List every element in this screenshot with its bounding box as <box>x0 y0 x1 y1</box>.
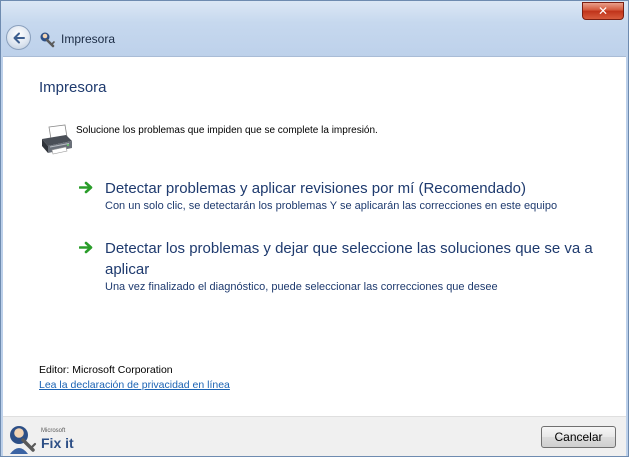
option-auto-fix-subtitle: Con un solo clic, se detectarán los prob… <box>105 200 558 212</box>
page-title: Impresora <box>39 79 107 96</box>
close-button[interactable]: ✕ <box>582 2 624 20</box>
green-arrow-icon <box>79 241 93 254</box>
option-choose-fix[interactable]: Detectar los problemas y dejar que selec… <box>79 238 609 295</box>
close-icon: ✕ <box>597 4 609 18</box>
logo-brand: Microsoft <box>41 428 66 434</box>
printer-icon <box>42 124 72 155</box>
fixit-wrench-icon <box>40 32 55 48</box>
option-auto-fix-title[interactable]: Detectar problemas y aplicar revisiones … <box>105 178 609 199</box>
navigation-bar: Impresora <box>3 23 626 55</box>
option-auto-fix[interactable]: Detectar problemas y aplicar revisiones … <box>79 178 609 214</box>
back-arrow-icon <box>13 32 25 43</box>
publisher-text: Editor: Microsoft Corporation <box>39 364 173 376</box>
option-choose-fix-title[interactable]: Detectar los problemas y dejar que selec… <box>105 238 609 280</box>
logo-text: Fix it <box>41 435 74 451</box>
content-panel: Impresora Solucione los problemas que im… <box>3 56 626 416</box>
back-button[interactable] <box>6 25 31 50</box>
cancel-button[interactable]: Cancelar <box>541 426 616 448</box>
fixit-window: ✕ Impresora Impresora Solucione los prob… <box>0 0 629 457</box>
window-title: Impresora <box>61 32 116 46</box>
green-arrow-icon <box>79 181 93 194</box>
microsoft-fixit-logo: Microsoft Fix it <box>10 426 74 454</box>
footer-bar: Microsoft Fix it Cancelar <box>3 416 626 456</box>
privacy-link[interactable]: Lea la declaración de privacidad en líne… <box>39 379 230 391</box>
option-choose-fix-subtitle: Una vez finalizado el diagnóstico, puede… <box>105 281 498 293</box>
problem-description: Solucione los problemas que impiden que … <box>76 125 378 136</box>
